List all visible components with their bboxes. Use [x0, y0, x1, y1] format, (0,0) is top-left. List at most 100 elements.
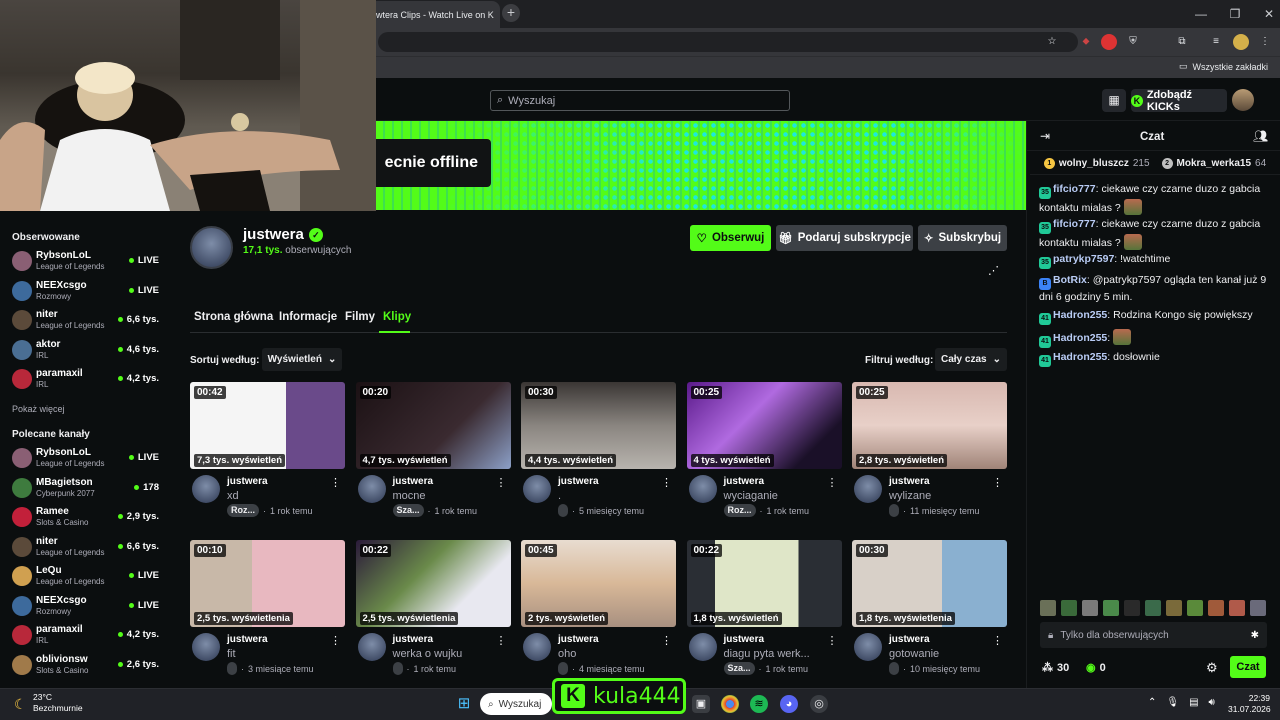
emote-icon[interactable]	[1187, 600, 1203, 616]
chat-username[interactable]: patrykp7597	[1053, 253, 1114, 265]
clip-creator[interactable]: justwera	[724, 634, 765, 645]
category-tag[interactable]: Roz...	[227, 504, 259, 517]
profile-icon[interactable]	[1233, 34, 1249, 50]
share-icon[interactable]: ⋰	[988, 264, 999, 277]
avatar[interactable]	[192, 475, 220, 503]
more-options-icon[interactable]: ⋮	[496, 476, 507, 489]
tab-home[interactable]: Strona główna	[194, 311, 273, 323]
clock[interactable]: 22:39 31.07.2026	[1228, 693, 1271, 715]
avatar[interactable]	[688, 633, 717, 661]
browser-tab[interactable]: wtera Clips - Watch Live on K	[366, 1, 500, 28]
sidebar-channel[interactable]: niter League of Legends 6,6 tys.	[12, 307, 162, 335]
clip-card[interactable]: 00:25 4 tys. wyświetleń justwera wyciaganie…	[686, 382, 843, 532]
chat-username[interactable]: fifcio777	[1053, 218, 1096, 230]
clip-card[interactable]: 00:22 2,5 tys. wyświetlenia justwera werka …	[355, 540, 512, 690]
emote-icon[interactable]	[1082, 600, 1098, 616]
category-tag[interactable]	[558, 504, 568, 517]
clip-creator[interactable]: justwera	[558, 634, 599, 645]
emote-icon[interactable]	[1061, 600, 1077, 616]
sidebar-channel[interactable]: MBagietson Cyberpunk 2077 178	[12, 475, 162, 503]
clip-creator[interactable]: justwera	[227, 476, 268, 487]
avatar[interactable]	[523, 475, 551, 503]
emote-icon[interactable]	[1145, 600, 1161, 616]
close-window-icon[interactable]: ✕	[1248, 0, 1280, 28]
chat-input[interactable]: 🔒︎ Tylko dla obserwujących ✱	[1040, 622, 1267, 648]
collapse-chat-icon[interactable]: ⇥	[1040, 129, 1050, 143]
avatar[interactable]	[357, 475, 386, 503]
emote-icon[interactable]	[1208, 600, 1224, 616]
clip-creator[interactable]: justwera	[889, 634, 930, 645]
chat-username[interactable]: fifcio777	[1053, 183, 1096, 195]
emote-icon[interactable]	[1229, 600, 1245, 616]
clip-creator[interactable]: justwera	[558, 476, 599, 487]
extension-icon[interactable]: ⬥	[1078, 34, 1094, 50]
clip-card[interactable]: 00:10 2,5 tys. wyświetlenia justwera fit · 3 …	[190, 540, 346, 690]
app-icon[interactable]: ▣	[692, 695, 710, 713]
shield-icon[interactable]: ⛨	[1125, 34, 1141, 50]
menu-dots-icon[interactable]: ⋮	[1257, 34, 1273, 50]
send-chat-button[interactable]: Czat	[1230, 656, 1266, 678]
chat-username[interactable]: BotRix	[1053, 274, 1087, 286]
avatar[interactable]	[192, 633, 220, 661]
leaderboard-entry[interactable]: 2 Mokra_werka15 64	[1161, 158, 1266, 169]
sidebar-channel[interactable]: RybsonLoL League of Legends LIVE	[12, 248, 162, 276]
clip-card[interactable]: 00:22 1,8 tys. wyświetleń justwera diagu py…	[686, 540, 843, 690]
windows-start-icon[interactable]: ⊞	[455, 695, 473, 713]
clip-card[interactable]: 00:30 1,8 tys. wyświetlenia justwera gotowa…	[852, 540, 1008, 690]
spotify-icon[interactable]: ≋	[750, 695, 768, 713]
more-options-icon[interactable]: ⋮	[992, 476, 1003, 489]
discord-icon[interactable]: ◕	[780, 695, 798, 713]
more-options-icon[interactable]: ⋮	[992, 634, 1003, 647]
extension-icon[interactable]	[1101, 34, 1117, 50]
obs-icon[interactable]: ◎	[810, 695, 828, 713]
mic-icon[interactable]: 🎙︎	[1166, 697, 1179, 708]
gear-icon[interactable]: ⚙	[1206, 660, 1218, 676]
chevron-up-icon[interactable]: ⌃	[1148, 697, 1156, 708]
show-more-link[interactable]: Pokaż więcej	[12, 404, 65, 414]
more-options-icon[interactable]: ⋮	[661, 476, 672, 489]
avatar[interactable]	[854, 475, 882, 503]
clip-thumbnail[interactable]: 00:20 4,7 tys. wyświetleń	[355, 382, 511, 469]
category-tag[interactable]: Roz...	[723, 504, 756, 517]
clip-card[interactable]: 00:45 2 tys. wyświetleń justwera oho · 4 mies…	[521, 540, 677, 690]
clip-thumbnail[interactable]: 00:25 2,8 tys. wyświetleń	[852, 382, 1007, 469]
users-icon[interactable]: 👥︎	[1253, 129, 1268, 143]
clip-thumbnail[interactable]: 00:42 7,3 tys. wyświetleń	[190, 382, 345, 469]
more-options-icon[interactable]: ⋮	[330, 634, 341, 647]
tab-about[interactable]: Informacje	[279, 311, 337, 323]
clip-card[interactable]: 00:30 4,4 tys. wyświetleń justwera. · 5 mies…	[521, 382, 677, 532]
clip-thumbnail[interactable]: 00:25 4 tys. wyświetleń	[686, 382, 842, 469]
clip-creator[interactable]: justwera	[889, 476, 930, 487]
new-tab-button[interactable]: +	[502, 4, 520, 22]
emote-picker-icon[interactable]: ✱	[1251, 630, 1259, 641]
more-options-icon[interactable]: ⋮	[661, 634, 672, 647]
star-icon[interactable]: ☆	[1044, 34, 1060, 50]
tab-videos[interactable]: Filmy	[345, 311, 375, 323]
dashboard-icon[interactable]: ▦	[1102, 89, 1126, 112]
chrome-icon[interactable]	[721, 695, 739, 713]
category-tag[interactable]	[889, 504, 899, 517]
emote-icon[interactable]	[1103, 600, 1119, 616]
clip-thumbnail[interactable]: 00:45 2 tys. wyświetleń	[521, 540, 676, 627]
taskbar-search[interactable]: ⌕ Wyszukaj	[480, 693, 552, 715]
network-icon[interactable]: ▤	[1189, 697, 1198, 708]
category-tag[interactable]	[558, 662, 568, 675]
avatar[interactable]	[688, 475, 717, 503]
search-input[interactable]: ⌕ Wyszukaj	[490, 90, 790, 111]
sidebar-channel[interactable]: niter League of Legends 6,6 tys.	[12, 534, 162, 562]
avatar[interactable]	[854, 633, 882, 661]
clip-creator[interactable]: justwera	[227, 634, 268, 645]
chat-username[interactable]: Hadron255	[1053, 351, 1107, 363]
clip-creator[interactable]: justwera	[393, 476, 434, 487]
avatar[interactable]	[523, 633, 551, 661]
sidebar-channel[interactable]: NEEXcsgo Rozmowy LIVE	[12, 278, 162, 306]
clip-creator[interactable]: justwera	[393, 634, 434, 645]
sidebar-channel[interactable]: paramaxil IRL 4,2 tys.	[12, 622, 162, 650]
leaderboard-entry[interactable]: 1 wolny_bluszcz 215	[1043, 158, 1150, 169]
all-bookmarks[interactable]: ▭ Wszystkie zakładki	[1179, 61, 1268, 72]
clip-card[interactable]: 00:25 2,8 tys. wyświetleń justwera wylizane…	[852, 382, 1008, 532]
sidebar-channel[interactable]: aktor IRL 4,6 tys.	[12, 337, 162, 365]
kicks-balance[interactable]: ⁂ 30	[1042, 661, 1069, 675]
category-tag[interactable]: Sza...	[723, 662, 755, 675]
sidebar-channel[interactable]: oblivionsw Slots & Casino 2,6 tys.	[12, 652, 162, 680]
